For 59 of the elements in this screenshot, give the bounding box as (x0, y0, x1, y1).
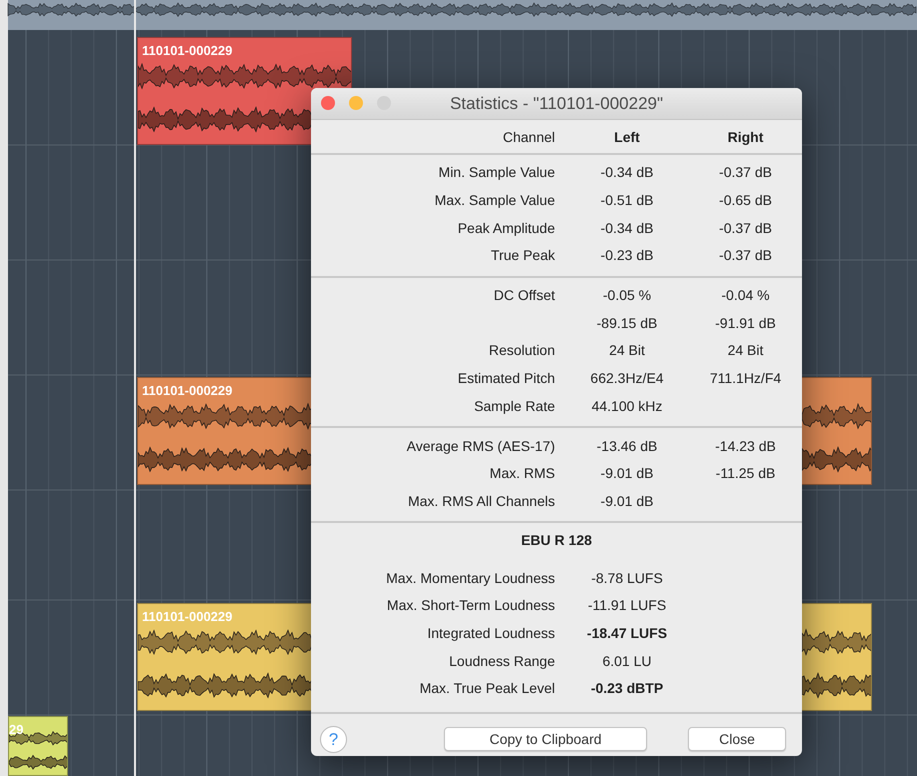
clip-label: 110101-000229 (142, 608, 232, 626)
stat-value: -0.04 % (720, 286, 771, 306)
stat-value: 711.1Hz/F4 (708, 369, 782, 388)
stat-label: Resolution (488, 341, 556, 360)
clip-label: 110101-000229 (142, 382, 232, 400)
stat-value: -8.78 LUFS (590, 568, 664, 588)
stat-label: Min. Sample Value (438, 163, 556, 182)
column-header: Channel (502, 128, 556, 147)
section-title: EBU R 128 (520, 531, 593, 550)
column-header: Right (726, 128, 764, 147)
audio-clip[interactable]: 110101-000229 (137, 377, 311, 485)
close-window-button[interactable] (321, 96, 335, 110)
clip-label: 29 (9, 721, 24, 739)
stat-value: -11.91 LUFS (586, 596, 668, 616)
stat-label: Max. RMS (488, 464, 556, 484)
stat-value: -89.15 dB (596, 314, 658, 333)
copy-button[interactable]: Copy to Clipboard (444, 727, 647, 752)
stat-value: -0.37 dB (718, 246, 773, 266)
stat-value: -91.91 dB (714, 314, 777, 333)
stat-value: -13.46 dB (596, 436, 658, 456)
stat-label: Loudness Range (448, 652, 556, 671)
window-title: Statistics - "110101-000229" (448, 93, 664, 115)
stat-label: Sample Rate (473, 396, 556, 416)
stat-label: Max. Sample Value (434, 191, 556, 210)
clip-label: 110101-000229 (142, 42, 232, 60)
audio-clip[interactable]: 110101-000229 (137, 37, 352, 145)
stat-label: Max. Momentary Loudness (385, 568, 556, 588)
stat-label: Estimated Pitch (456, 369, 556, 388)
stat-value: -0.34 dB (600, 163, 654, 182)
stat-value: -0.51 dB (600, 191, 654, 210)
stat-label: Max. RMS All Channels (406, 492, 556, 511)
stat-label: True Peak (490, 246, 556, 266)
stat-value: -0.34 dB (600, 218, 654, 238)
column-header: Left (613, 128, 641, 147)
stat-value: -11.25 dB (714, 464, 776, 484)
help-button[interactable]: ? (320, 726, 347, 753)
stat-label: Max. True Peak Level (418, 679, 556, 698)
stat-value: -9.01 dB (600, 464, 654, 484)
stat-value: -0.37 dB (718, 163, 773, 182)
close-button[interactable]: Close (688, 727, 786, 752)
stat-value: 24 Bit (726, 341, 764, 360)
stat-label: Average RMS (AES-17) (406, 436, 556, 456)
stat-value: 24 Bit (608, 341, 646, 360)
stat-value: -0.05 % (602, 286, 652, 306)
stat-value: -0.23 dB (600, 246, 654, 266)
stat-value: -18.47 LUFS (586, 624, 668, 643)
stat-value: -9.01 dB (600, 492, 654, 511)
stat-label: Peak Amplitude (456, 218, 556, 238)
stat-label: DC Offset (492, 286, 556, 306)
stat-value: -0.23 dBTP (590, 679, 664, 698)
stat-value: 662.3Hz/E4 (589, 369, 665, 388)
stat-value: 6.01 LU (601, 652, 653, 671)
stat-value: 44.100 kHz (590, 396, 664, 416)
stat-value: -14.23 dB (714, 436, 777, 456)
minimize-window-button[interactable] (349, 96, 363, 110)
stat-label: Max. Short-Term Loudness (386, 596, 556, 616)
stat-value: -0.37 dB (718, 218, 773, 238)
stat-value: -0.65 dB (718, 191, 773, 210)
stat-label: Integrated Loudness (426, 624, 556, 643)
